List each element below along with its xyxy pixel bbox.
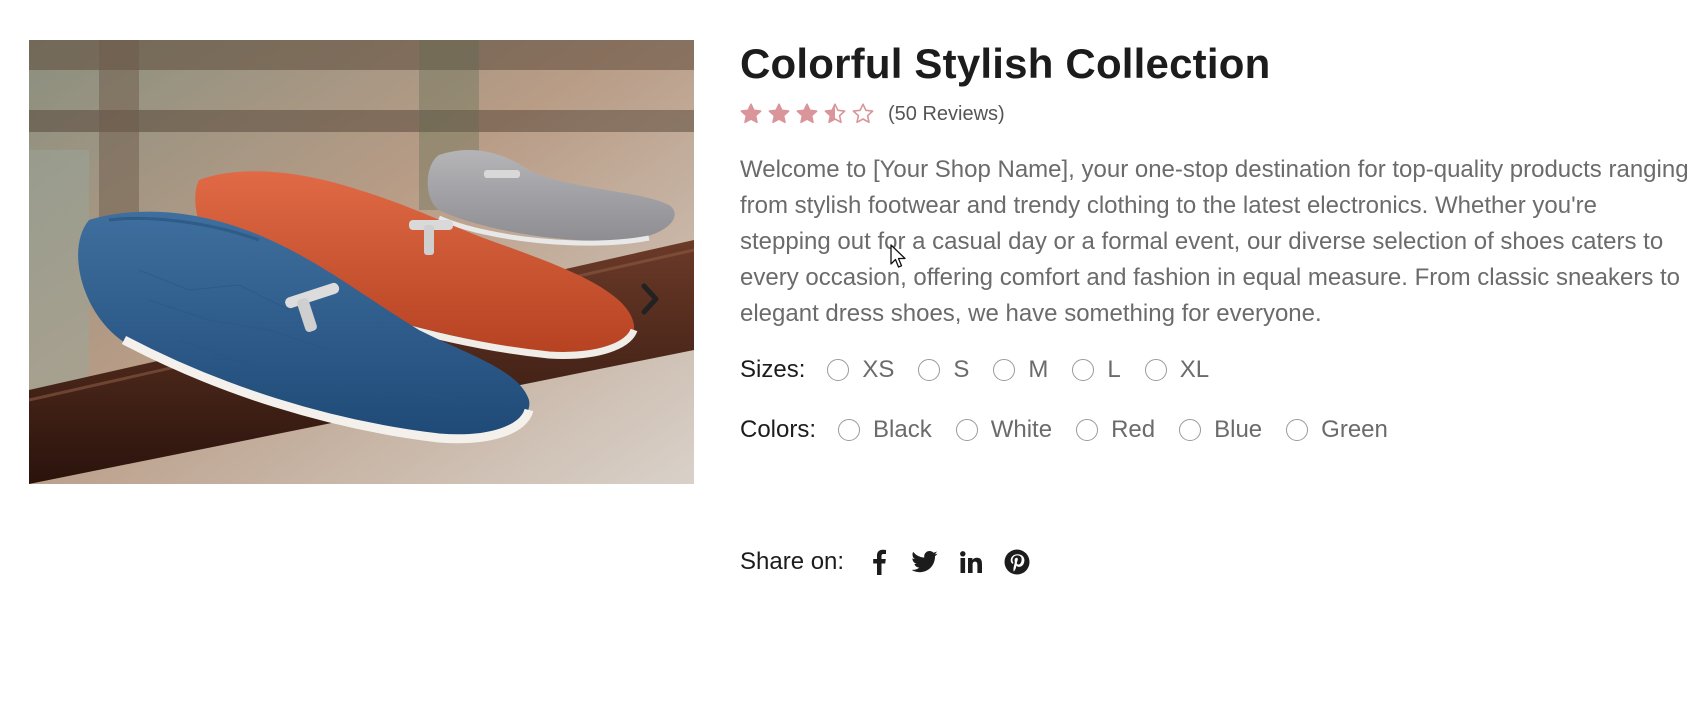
size-option-xs[interactable]: XS [827,356,894,384]
review-count[interactable]: (50 Reviews) [888,103,1005,126]
share-label: Share on: [740,548,845,575]
chevron-left-icon [61,282,87,316]
mouse-cursor-icon [890,244,906,268]
size-label-s: S [953,356,970,383]
color-radio-black[interactable] [838,419,861,441]
size-label-xs: XS [862,356,895,383]
size-option-l[interactable]: L [1072,356,1121,384]
color-option-blue[interactable]: Blue [1179,416,1262,444]
twitter-icon[interactable] [912,549,938,575]
sizes-row: Sizes: XS S M L XL [740,352,1685,388]
product-image [29,40,694,484]
size-option-xl[interactable]: XL [1144,356,1210,384]
rating-row: (50 Reviews) [740,100,1685,128]
colors-row: Colors: Black White Red Blue Green [740,412,1685,448]
star-half-icon [824,103,846,124]
color-option-black[interactable]: Black [838,416,932,444]
size-radio-l[interactable] [1072,359,1095,381]
color-label-red: Red [1111,416,1156,443]
product-description: Welcome to [Your Shop Name], your one-st… [740,156,1689,327]
star-full-icon [768,103,790,124]
size-label-xl: XL [1179,356,1210,383]
star-full-icon [796,103,818,124]
size-radio-m[interactable] [993,359,1016,381]
product-image-carousel [29,40,694,484]
product-details: Colorful Stylish Collection (50 Reviews)… [740,36,1689,580]
color-radio-white[interactable] [955,419,978,441]
star-rating [740,103,874,125]
color-radio-red[interactable] [1076,419,1099,441]
pinterest-icon[interactable] [1004,549,1030,575]
chevron-right-icon [641,283,659,315]
size-label-l: L [1107,356,1121,383]
color-label-green: Green [1321,416,1388,443]
colors-label: Colors: [740,416,817,443]
star-empty-icon [852,103,874,124]
size-radio-xl[interactable] [1144,359,1167,381]
carousel-next-button[interactable] [636,282,662,316]
color-option-white[interactable]: White [955,416,1053,444]
size-option-m[interactable]: M [993,356,1048,384]
share-row: Share on: [740,544,1685,580]
color-label-blue: Blue [1214,416,1263,443]
size-radio-s[interactable] [918,359,941,381]
color-label-white: White [990,416,1053,443]
linkedin-icon[interactable] [958,549,984,575]
color-label-black: Black [873,416,932,443]
sizes-label: Sizes: [740,356,806,383]
color-radio-green[interactable] [1286,419,1309,441]
size-option-s[interactable]: S [918,356,969,384]
size-label-m: M [1028,356,1049,383]
product-title: Colorful Stylish Collection [740,40,1271,87]
star-full-icon [740,103,762,124]
color-option-red[interactable]: Red [1076,416,1155,444]
color-option-green[interactable]: Green [1286,416,1388,444]
size-radio-xs[interactable] [827,359,850,381]
facebook-icon[interactable] [866,549,892,575]
color-radio-blue[interactable] [1179,419,1202,441]
